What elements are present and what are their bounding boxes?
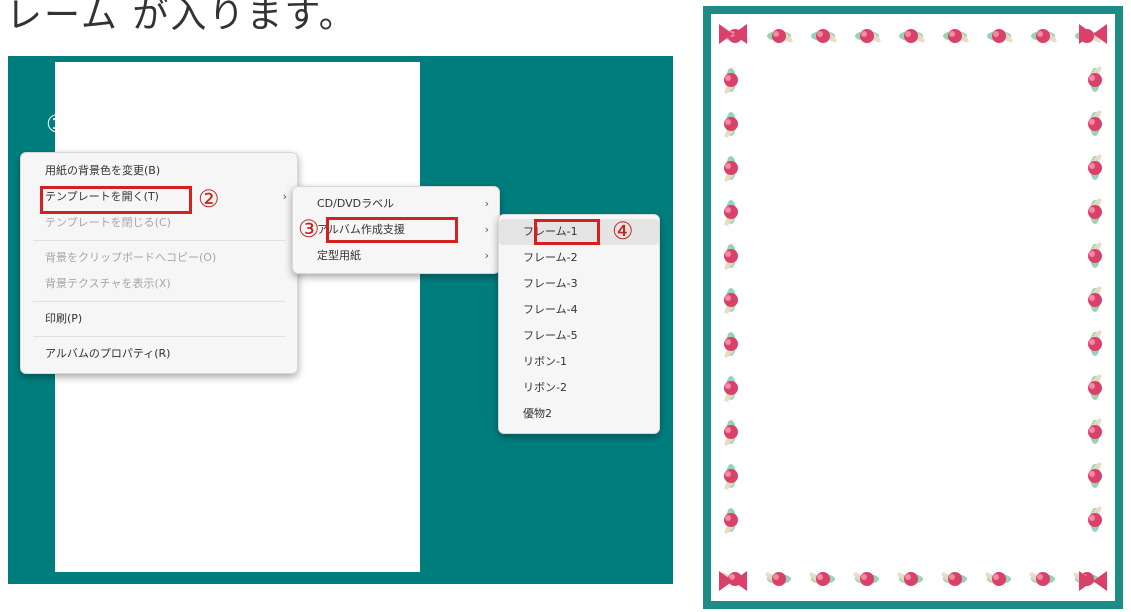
frame-preview: [703, 6, 1123, 609]
menu-item-copy-background: 背景をクリップボードへコピー(O): [21, 245, 297, 271]
top-caption: レーム が入ります。: [6, 0, 357, 36]
step-three-marker: ③: [298, 215, 320, 243]
menu-item-show-texture: 背景テクスチャを表示(X): [21, 271, 297, 297]
highlight-album-support: [326, 217, 458, 243]
menu-item-frame-2[interactable]: フレーム-2: [499, 245, 659, 271]
menu-item-object-2[interactable]: 優物2: [499, 401, 659, 427]
menu-item-label: リボン-1: [523, 355, 567, 368]
album-submenu: フレーム-1 フレーム-2 フレーム-3 フレーム-4 フレーム-5 リボン-1…: [498, 214, 660, 434]
menu-separator: [33, 240, 285, 241]
menu-item-label: 背景テクスチャを表示(X): [45, 277, 171, 290]
menu-item-label: 用紙の背景色を変更(B): [45, 164, 161, 177]
menu-item-cd-dvd-label[interactable]: CD/DVDラベル ›: [293, 191, 499, 217]
menu-item-ribbon-1[interactable]: リボン-1: [499, 349, 659, 375]
step-two-marker: ②: [198, 185, 220, 213]
menu-item-label: 印刷(P): [45, 312, 83, 325]
highlight-frame-1: [534, 219, 600, 245]
menu-item-ribbon-2[interactable]: リボン-2: [499, 375, 659, 401]
menu-item-label: フレーム-2: [523, 251, 578, 264]
menu-item-label: リボン-2: [523, 381, 567, 394]
menu-item-label: フレーム-5: [523, 329, 578, 342]
menu-item-standard-paper[interactable]: 定型用紙 ›: [293, 243, 499, 269]
menu-item-print[interactable]: 印刷(P): [21, 306, 297, 332]
step-one-marker: ①: [46, 110, 68, 138]
menu-item-label: 優物2: [523, 407, 552, 420]
menu-item-frame-5[interactable]: フレーム-5: [499, 323, 659, 349]
menu-separator: [33, 301, 285, 302]
menu-separator: [33, 336, 285, 337]
chevron-right-icon: ›: [484, 223, 489, 236]
menu-item-label: 定型用紙: [317, 249, 361, 262]
menu-item-frame-4[interactable]: フレーム-4: [499, 297, 659, 323]
chevron-right-icon: ›: [484, 197, 489, 210]
menu-item-frame-3[interactable]: フレーム-3: [499, 271, 659, 297]
frame-preview-inner: [711, 14, 1115, 601]
step-four-marker: ④: [612, 217, 634, 245]
menu-item-label: CD/DVDラベル: [317, 197, 395, 210]
menu-item-label: 背景をクリップボードへコピー(O): [45, 251, 217, 264]
desktop-area: ① 用紙の背景色を変更(B) テンプレートを開く(T) › テンプレートを閉じる(…: [8, 56, 673, 584]
menu-item-background-color[interactable]: 用紙の背景色を変更(B): [21, 158, 297, 184]
menu-item-label: テンプレートを閉じる(C): [45, 216, 171, 229]
menu-item-label: フレーム-3: [523, 277, 578, 290]
menu-item-label: アルバムのプロパティ(R): [45, 347, 171, 360]
chevron-right-icon: ›: [484, 249, 489, 262]
menu-item-label: フレーム-4: [523, 303, 578, 316]
floral-border-image: [719, 24, 1107, 591]
chevron-right-icon: ›: [282, 190, 287, 203]
highlight-open-template: [40, 186, 192, 214]
menu-item-album-properties[interactable]: アルバムのプロパティ(R): [21, 341, 297, 367]
